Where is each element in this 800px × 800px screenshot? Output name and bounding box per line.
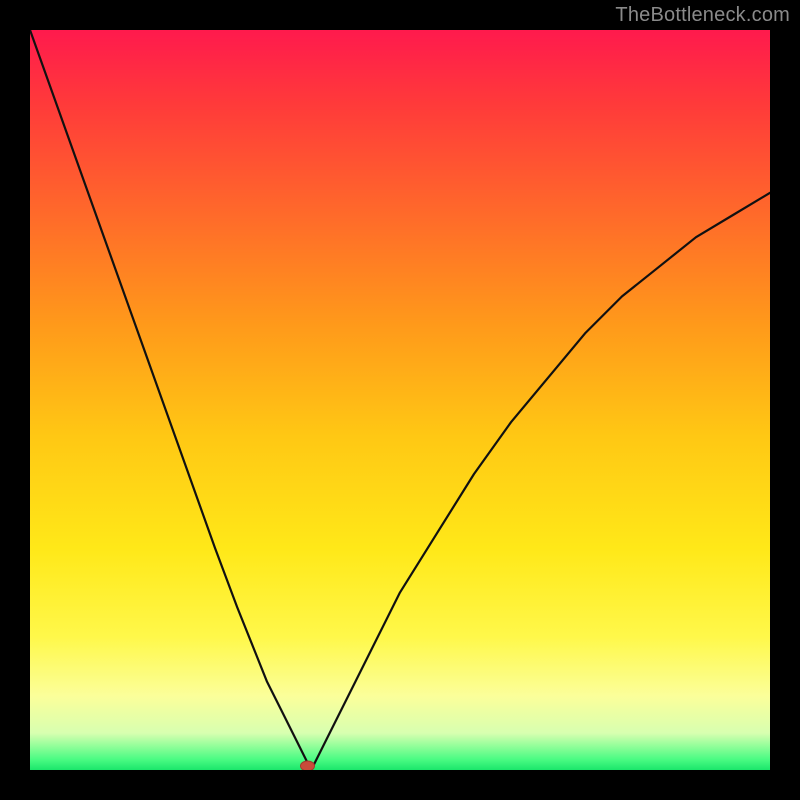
- plot-area: [30, 30, 770, 770]
- bottleneck-curve: [30, 30, 770, 770]
- attribution-text: TheBottleneck.com: [615, 4, 790, 27]
- optimum-marker: [301, 761, 315, 770]
- chart-frame: TheBottleneck.com: [0, 0, 800, 800]
- curve-svg: [30, 30, 770, 770]
